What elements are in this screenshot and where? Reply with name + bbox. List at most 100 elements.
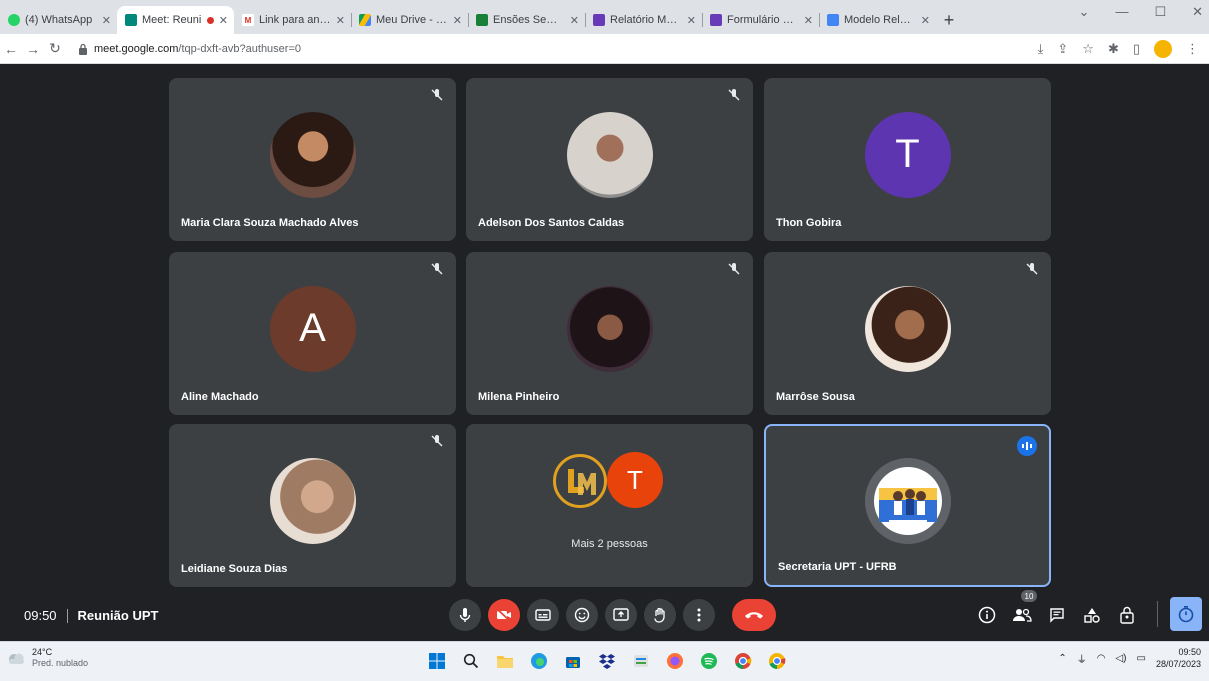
participant-tile-speaking[interactable]: Secretaria UPT - UFRB: [764, 424, 1051, 587]
windows-start-icon[interactable]: [425, 649, 449, 673]
participant-tile[interactable]: Adelson Dos Santos Caldas: [466, 78, 753, 241]
reactions-button[interactable]: [566, 599, 598, 631]
participant-tile[interactable]: Maria Clara Souza Machado Alves: [169, 78, 456, 241]
participant-tile[interactable]: Leidiane Souza Dias: [169, 424, 456, 587]
activities-button[interactable]: [1080, 603, 1104, 627]
recording-status-button[interactable]: [1170, 597, 1202, 631]
hang-up-icon: [745, 612, 763, 619]
close-icon[interactable]: ✕: [336, 14, 345, 27]
close-icon[interactable]: ✕: [453, 14, 462, 27]
present-button[interactable]: [605, 599, 637, 631]
people-button[interactable]: [1010, 603, 1034, 627]
maximize-icon[interactable]: ☐: [1154, 4, 1166, 20]
tab-title: Formulário de En: [727, 14, 799, 26]
mic-button[interactable]: [449, 599, 481, 631]
meet-icon: [125, 14, 137, 26]
chat-button[interactable]: [1045, 603, 1069, 627]
system-clock[interactable]: 09:50 28/07/2023: [1156, 646, 1201, 670]
window-controls: ⌄ — ☐ ✕: [1079, 4, 1203, 20]
menu-kebab-icon[interactable]: ⋮: [1186, 41, 1199, 57]
forward-icon[interactable]: →: [22, 41, 44, 57]
close-icon[interactable]: ✕: [219, 14, 228, 27]
edge-browser-icon[interactable]: [527, 649, 551, 673]
participant-photo: [269, 457, 356, 544]
tab-title: Meu Drive - Goo: [376, 14, 448, 26]
usb-icon[interactable]: ⏚: [1077, 651, 1087, 666]
weather-widget[interactable]: 24°C Pred. nublado: [6, 647, 88, 669]
profile-avatar[interactable]: [1154, 40, 1172, 58]
raise-hand-button[interactable]: [644, 599, 676, 631]
volume-icon[interactable]: ◁): [1115, 653, 1126, 664]
captions-icon: [535, 609, 551, 621]
tab-gmail[interactable]: M Link para anexo ✕: [234, 6, 351, 34]
close-icon[interactable]: ✕: [804, 14, 813, 27]
tab-forms-2[interactable]: Formulário de En ✕: [702, 6, 819, 34]
search-icon[interactable]: [459, 649, 483, 673]
extensions-icon[interactable]: ✱: [1108, 41, 1119, 57]
app-stripes-icon[interactable]: [629, 649, 653, 673]
bookmark-star-icon[interactable]: ☆: [1082, 41, 1094, 57]
tab-title: Relatório Mensal: [610, 14, 682, 26]
info-icon: [978, 606, 996, 624]
participant-tile[interactable]: Milena Pinheiro: [466, 252, 753, 415]
participant-tile[interactable]: A Aline Machado: [169, 252, 456, 415]
mic-off-icon: [431, 89, 443, 101]
more-options-button[interactable]: [683, 599, 715, 631]
tab-search-icon[interactable]: ⌄: [1079, 4, 1090, 20]
participant-tile[interactable]: T Thon Gobira: [764, 78, 1051, 241]
tab-whatsapp[interactable]: (4) WhatsApp ✕: [0, 6, 117, 34]
close-icon[interactable]: ✕: [921, 14, 930, 27]
close-window-icon[interactable]: ✕: [1192, 4, 1203, 20]
reload-icon[interactable]: ↻: [44, 40, 66, 57]
new-tab-button[interactable]: +: [936, 6, 962, 34]
captions-button[interactable]: [527, 599, 559, 631]
spotify-icon[interactable]: [697, 649, 721, 673]
host-controls-button[interactable]: [1115, 603, 1139, 627]
minimize-icon[interactable]: —: [1115, 4, 1128, 20]
meeting-time: 09:50: [24, 608, 57, 623]
camera-off-icon: [496, 608, 511, 622]
chrome-icon[interactable]: [731, 649, 755, 673]
speaking-indicator-icon: [1017, 436, 1037, 456]
emoji-icon: [574, 607, 590, 623]
tab-drive[interactable]: Meu Drive - Goo ✕: [351, 6, 468, 34]
tab-meet[interactable]: Meet: Reuni ✕: [117, 6, 234, 34]
dropbox-icon[interactable]: [595, 649, 619, 673]
mic-off-icon: [431, 263, 443, 275]
forms-icon: [710, 14, 722, 26]
participant-name: Leidiane Souza Dias: [181, 563, 288, 575]
chevron-up-icon[interactable]: ⌃: [1058, 653, 1066, 664]
url-field[interactable]: meet.google.com/tqp-dxft-avb?authuser=0: [74, 38, 958, 60]
meeting-details-button[interactable]: [975, 603, 999, 627]
chat-icon: [1050, 608, 1064, 623]
tab-title: Ensões Semana: [493, 14, 565, 26]
participant-name: Maria Clara Souza Machado Alves: [181, 217, 359, 229]
tab-sheets[interactable]: Ensões Semana ✕: [468, 6, 585, 34]
participant-tile[interactable]: Marrôse Sousa: [764, 252, 1051, 415]
lm-logo-avatar: [553, 454, 607, 508]
wifi-icon[interactable]: ◠: [1097, 653, 1106, 664]
lock-icon[interactable]: [78, 43, 88, 55]
participant-name: Marrôse Sousa: [776, 391, 855, 403]
close-icon[interactable]: ✕: [570, 14, 579, 27]
firefox-icon[interactable]: [663, 649, 687, 673]
lm-logo: [568, 469, 596, 495]
leave-call-button[interactable]: [732, 599, 776, 631]
chrome-profile-icon[interactable]: [765, 649, 789, 673]
tab-docs[interactable]: Modelo Relatóri ✕: [819, 6, 936, 34]
battery-icon[interactable]: ▭: [1137, 653, 1146, 664]
toolbar-actions: ⤓ ⇪ ☆ ✱ ▯ ⋮: [1038, 40, 1199, 58]
store-icon[interactable]: [561, 649, 585, 673]
close-icon[interactable]: ✕: [102, 14, 111, 27]
sidepanel-icon[interactable]: ▯: [1133, 41, 1140, 57]
more-participants-tile[interactable]: T Mais 2 pessoas: [466, 424, 753, 587]
download-icon[interactable]: ⤓: [1038, 41, 1044, 57]
tab-forms-1[interactable]: Relatório Mensal ✕: [585, 6, 702, 34]
close-icon[interactable]: ✕: [687, 14, 696, 27]
share-icon[interactable]: ⇪: [1057, 41, 1068, 57]
camera-off-button[interactable]: [488, 599, 520, 631]
file-explorer-icon[interactable]: [493, 649, 517, 673]
url-path: /tqp-dxft-avb?authuser=0: [178, 42, 301, 55]
back-icon[interactable]: ←: [0, 41, 22, 57]
gmail-icon: M: [242, 14, 254, 26]
